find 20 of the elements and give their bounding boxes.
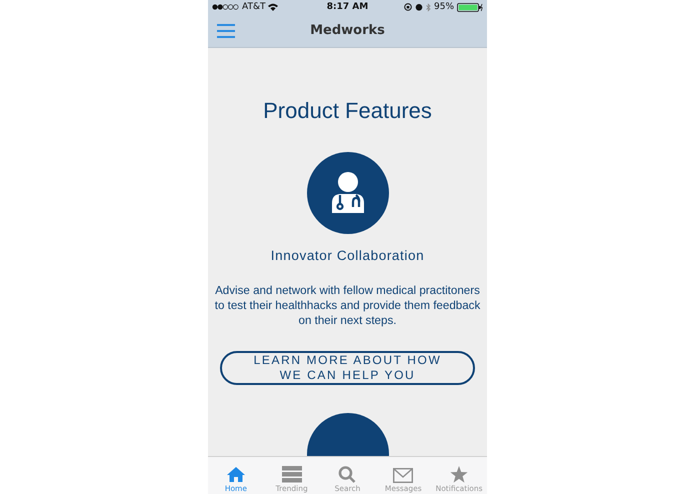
learn-more-button[interactable]: LEARN MORE ABOUT HOW WE CAN HELP YOU [220, 351, 475, 385]
nav-title: Medworks [310, 23, 385, 38]
home-icon [226, 466, 246, 483]
battery-percent: 95% [434, 2, 454, 12]
search-icon [338, 466, 356, 483]
page-heading: Product Features [263, 98, 432, 124]
rotation-lock-icon [404, 3, 412, 11]
battery-icon [457, 2, 484, 12]
feature-description: Advise and network with fellow medical practitoners to test their healthhacks and provide them feedback on their next steps. [214, 283, 481, 328]
status-time: 8:17 AM [326, 2, 368, 12]
star-icon [450, 466, 468, 483]
carrier-label: AT&T [242, 2, 266, 12]
signal-dots-icon [212, 4, 239, 10]
bluetooth-icon [426, 2, 431, 12]
wifi-icon [268, 3, 278, 11]
feature-title: Innovator Collaboration [270, 248, 424, 263]
alarm-icon [415, 3, 423, 11]
menu-button[interactable] [217, 24, 235, 38]
stacked-bars-icon [282, 466, 302, 483]
envelope-icon [393, 468, 414, 483]
